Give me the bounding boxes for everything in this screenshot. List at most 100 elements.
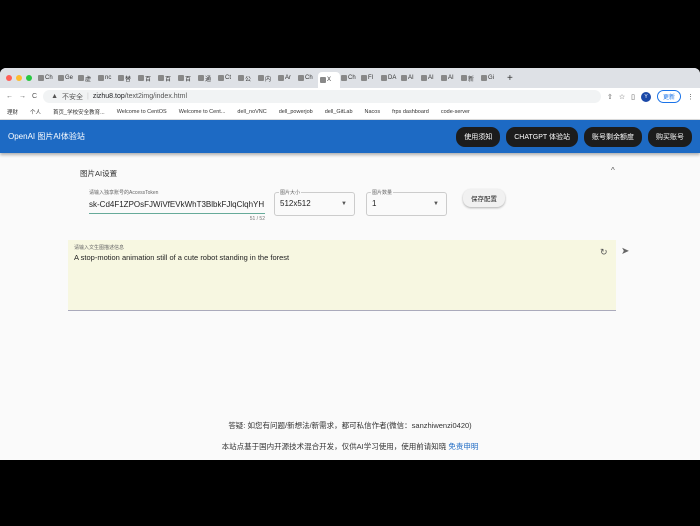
token-field[interactable]: 请输入独享账号的AccessToken sk-Cd4F1ZPOsFJWiVfEV… xyxy=(89,189,265,222)
browser-tab[interactable]: AI xyxy=(421,71,440,85)
tab-label: 百 xyxy=(145,76,152,83)
nav-buy-account[interactable]: 购买账号 xyxy=(648,126,692,147)
browser-tab[interactable]: Ch xyxy=(341,71,360,85)
favicon-icon xyxy=(481,75,487,81)
tab-label: 百 xyxy=(165,76,172,83)
settings-title[interactable]: 图片AI设置 xyxy=(80,168,117,179)
bookmark-item[interactable]: code-server xyxy=(441,109,470,115)
favicon-icon xyxy=(138,75,144,81)
disclaimer-link[interactable]: 免责申明 xyxy=(448,442,478,451)
tab-label: Ct xyxy=(225,75,231,81)
favicon-icon xyxy=(461,75,467,81)
new-tab-button[interactable]: + xyxy=(507,73,513,84)
back-icon[interactable]: ← xyxy=(6,93,13,100)
count-select[interactable]: 图片数量 1 ▼ xyxy=(366,189,447,216)
bookmark-item[interactable]: Nacos xyxy=(365,109,381,115)
address-bar-row: ← → C ▲ 不安全 | zizhu8.top/text2img/index.… xyxy=(0,88,700,105)
tab-label: Gi xyxy=(488,75,494,81)
favicon-icon xyxy=(178,75,184,81)
browser-tab[interactable]: 新 xyxy=(461,71,480,85)
forward-icon[interactable]: → xyxy=(19,93,26,100)
browser-tab[interactable]: AI xyxy=(401,71,420,85)
tab-label: 新 xyxy=(468,76,475,83)
star-icon[interactable]: ☆ xyxy=(619,93,625,101)
browser-window: Ch Ge 虚 nc 替 百 百 百 通 Ct 公 内 Ar Ch X Ch Fl DA AI AI AI 新 Gi + ←… xyxy=(0,68,700,460)
update-button[interactable]: 更新 xyxy=(656,90,681,103)
favicon-icon xyxy=(278,75,284,81)
browser-tab[interactable]: Ar xyxy=(278,71,297,85)
browser-tab[interactable]: 百 xyxy=(158,71,177,85)
browser-tab[interactable]: Gi xyxy=(481,71,500,85)
sidebar-icon[interactable]: ▯ xyxy=(631,93,635,101)
token-label: 请输入独享账号的AccessToken xyxy=(89,190,159,196)
favicon-icon xyxy=(38,75,44,81)
prompt-label: 请输入文生图描述信息 xyxy=(74,245,125,251)
bookmark-item[interactable]: Welcome to CentOS xyxy=(117,109,167,115)
bookmark-item[interactable]: 理财 xyxy=(7,108,18,116)
bookmark-item[interactable]: frps dashboard xyxy=(392,109,429,115)
browser-tab[interactable]: Ge xyxy=(58,71,77,85)
favicon-icon xyxy=(401,75,407,81)
bookmark-item[interactable]: 个人 xyxy=(30,108,41,116)
favicon-icon xyxy=(158,75,164,81)
browser-tab[interactable]: Ct xyxy=(218,71,237,85)
browser-tab[interactable]: Fl xyxy=(361,71,380,85)
reload-icon[interactable]: C xyxy=(32,93,37,100)
browser-tab[interactable]: 百 xyxy=(138,71,157,85)
browser-tab[interactable]: 内 xyxy=(258,71,277,85)
send-icon[interactable]: ➤ xyxy=(621,246,629,257)
browser-tab[interactable]: DA xyxy=(381,71,400,85)
refresh-icon[interactable]: ↻ xyxy=(600,247,608,258)
favicon-icon xyxy=(421,75,427,81)
nav-balance[interactable]: 账号剩余额度 xyxy=(584,126,642,147)
size-select[interactable]: 图片大小 512x512 ▼ xyxy=(274,189,355,216)
tab-label: 通 xyxy=(205,76,212,83)
bookmarks-bar: 理财 个人 首页_学校安全教育... Welcome to CentOS Welcome… xyxy=(0,105,700,120)
token-input[interactable]: sk-Cd4F1ZPOsFJWiVfEVkWhT3BlbkFJlqClqhYH xyxy=(89,200,265,214)
nav-usage-notice[interactable]: 使用须知 xyxy=(456,126,501,147)
favicon-icon xyxy=(118,75,124,81)
browser-tab[interactable]: 百 xyxy=(178,71,197,85)
browser-tab[interactable]: 通 xyxy=(198,71,217,85)
browser-tab[interactable]: X xyxy=(318,72,340,88)
chevron-up-icon[interactable]: ^ xyxy=(611,166,615,175)
tab-label: Fl xyxy=(368,75,373,81)
menu-icon[interactable]: ⋮ xyxy=(687,93,694,101)
bookmark-item[interactable]: dell_GitLab xyxy=(325,109,353,115)
bookmark-item[interactable]: dell_powerjob xyxy=(279,109,313,115)
window-controls[interactable] xyxy=(6,75,32,81)
tab-label: Ch xyxy=(45,75,53,81)
security-label: 不安全 xyxy=(62,93,83,101)
tab-label: Ge xyxy=(65,75,74,81)
browser-tab[interactable]: Ch xyxy=(298,71,317,85)
url-input[interactable]: ▲ 不安全 | zizhu8.top/text2img/index.html xyxy=(43,90,601,103)
browser-tab[interactable]: nc xyxy=(98,71,117,85)
share-icon[interactable]: ⇧ xyxy=(607,93,613,101)
prompt-value[interactable]: A stop-motion animation still of a cute … xyxy=(74,253,289,262)
browser-tab[interactable]: Ch xyxy=(38,71,57,85)
save-config-button[interactable]: 保存配置 xyxy=(463,189,505,207)
tab-label: AI xyxy=(428,75,434,81)
tab-label: DA xyxy=(388,75,397,81)
bookmark-item[interactable]: dell_noVNC xyxy=(237,109,266,115)
count-value: 1 xyxy=(372,199,377,208)
browser-tab[interactable]: 公 xyxy=(238,71,257,85)
bookmark-item[interactable]: Welcome to Cent... xyxy=(179,109,226,115)
size-label: 图片大小 xyxy=(279,189,302,196)
browser-tab[interactable]: AI xyxy=(441,71,460,85)
bookmark-item[interactable]: 首页_学校安全教育... xyxy=(53,108,105,116)
url-host: zizhu8.top xyxy=(92,93,125,100)
favicon-icon xyxy=(441,75,447,81)
prompt-textarea[interactable]: 请输入文生图描述信息 A stop-motion animation still… xyxy=(68,240,616,311)
footer-notice: 本站点基于国内开源技术混合开发，仅供AI学习使用，使用前请知晓 免责申明 xyxy=(0,441,700,452)
nav-chatgpt[interactable]: CHATGPT 体验站 xyxy=(506,126,578,147)
favicon-icon xyxy=(58,75,64,81)
browser-tab[interactable]: 替 xyxy=(118,71,137,85)
tab-label: 替 xyxy=(125,76,132,83)
tab-label: Ch xyxy=(305,75,313,81)
tab-label: Ch xyxy=(348,75,356,81)
avatar[interactable]: Y xyxy=(640,91,651,102)
favicon-icon xyxy=(218,75,224,81)
favicon-icon xyxy=(98,75,104,81)
browser-tab[interactable]: 虚 xyxy=(78,71,97,85)
